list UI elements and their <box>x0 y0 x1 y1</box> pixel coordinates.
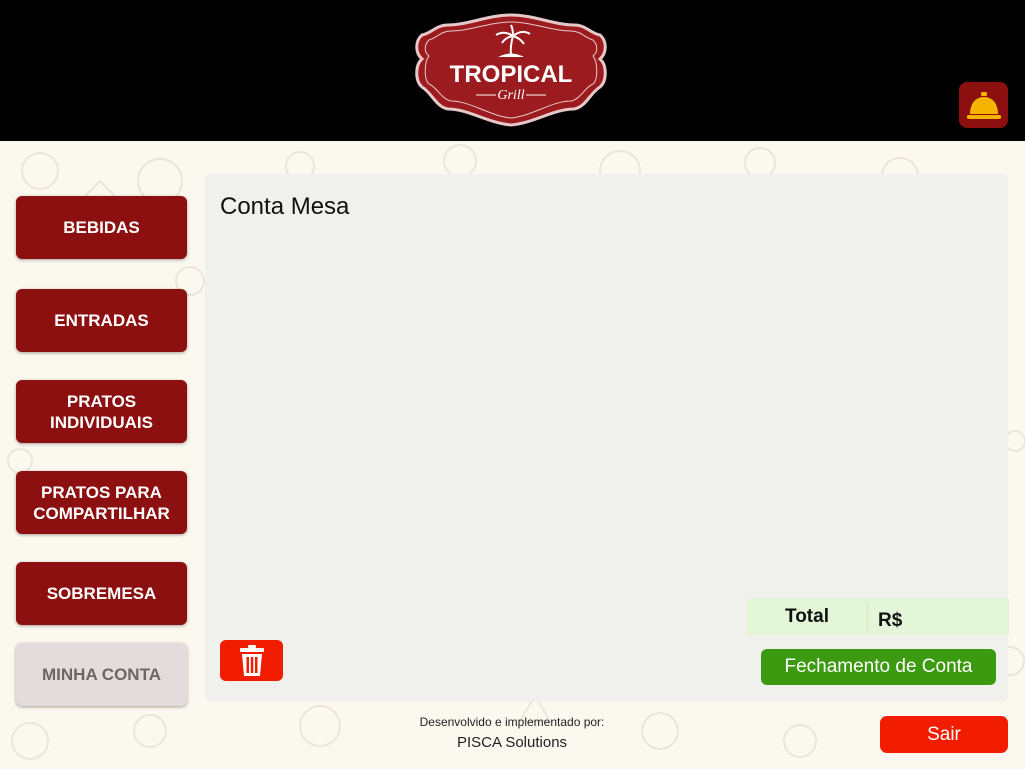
category-label: SOBREMESA <box>46 584 157 603</box>
category-entradas-button[interactable]: ENTRADAS <box>16 289 187 352</box>
footer-developed-by: Desenvolvido e implementado por: <box>419 715 605 729</box>
service-bell-icon <box>966 92 1001 119</box>
logo-sub-text: Grill <box>497 88 524 103</box>
footer-company: PISCA Solutions <box>456 734 568 751</box>
trash-icon <box>239 644 264 676</box>
close-account-button[interactable]: Fechamento de Conta <box>761 649 996 685</box>
category-sobremesa-button[interactable]: SOBREMESA <box>16 562 187 625</box>
total-row: Total R$ <box>747 598 1009 635</box>
clear-order-button[interactable] <box>220 640 283 681</box>
logo-brand-text: TROPICAL <box>450 61 573 88</box>
account-panel: Conta Mesa Total R$ Fechamento de Conta <box>205 174 1009 702</box>
category-label: BEBIDAS <box>63 218 140 237</box>
category-pratos-compartilhar-button[interactable]: PRATOS PARA COMPARTILHAR <box>16 471 187 534</box>
page-title: Conta Mesa <box>220 193 350 220</box>
tropical-grill-logo: TROPICAL Grill <box>415 13 607 127</box>
category-label: PRATOS INDIVIDUAIS <box>50 391 153 432</box>
category-label: MINHA CONTA <box>42 665 161 684</box>
exit-button[interactable]: Sair <box>880 716 1008 753</box>
total-currency: R$ <box>878 610 903 631</box>
call-waiter-button[interactable] <box>959 82 1008 128</box>
category-label: PRATOS PARA COMPARTILHAR <box>33 482 170 523</box>
category-pratos-individuais-button[interactable]: PRATOS INDIVIDUAIS <box>16 380 187 443</box>
header-bar: TROPICAL Grill <box>0 0 1025 141</box>
total-divider <box>867 601 868 632</box>
total-label: Total <box>785 605 829 627</box>
category-bebidas-button[interactable]: BEBIDAS <box>16 196 187 259</box>
category-minha-conta-button[interactable]: MINHA CONTA <box>16 643 187 706</box>
category-label: ENTRADAS <box>54 311 149 330</box>
